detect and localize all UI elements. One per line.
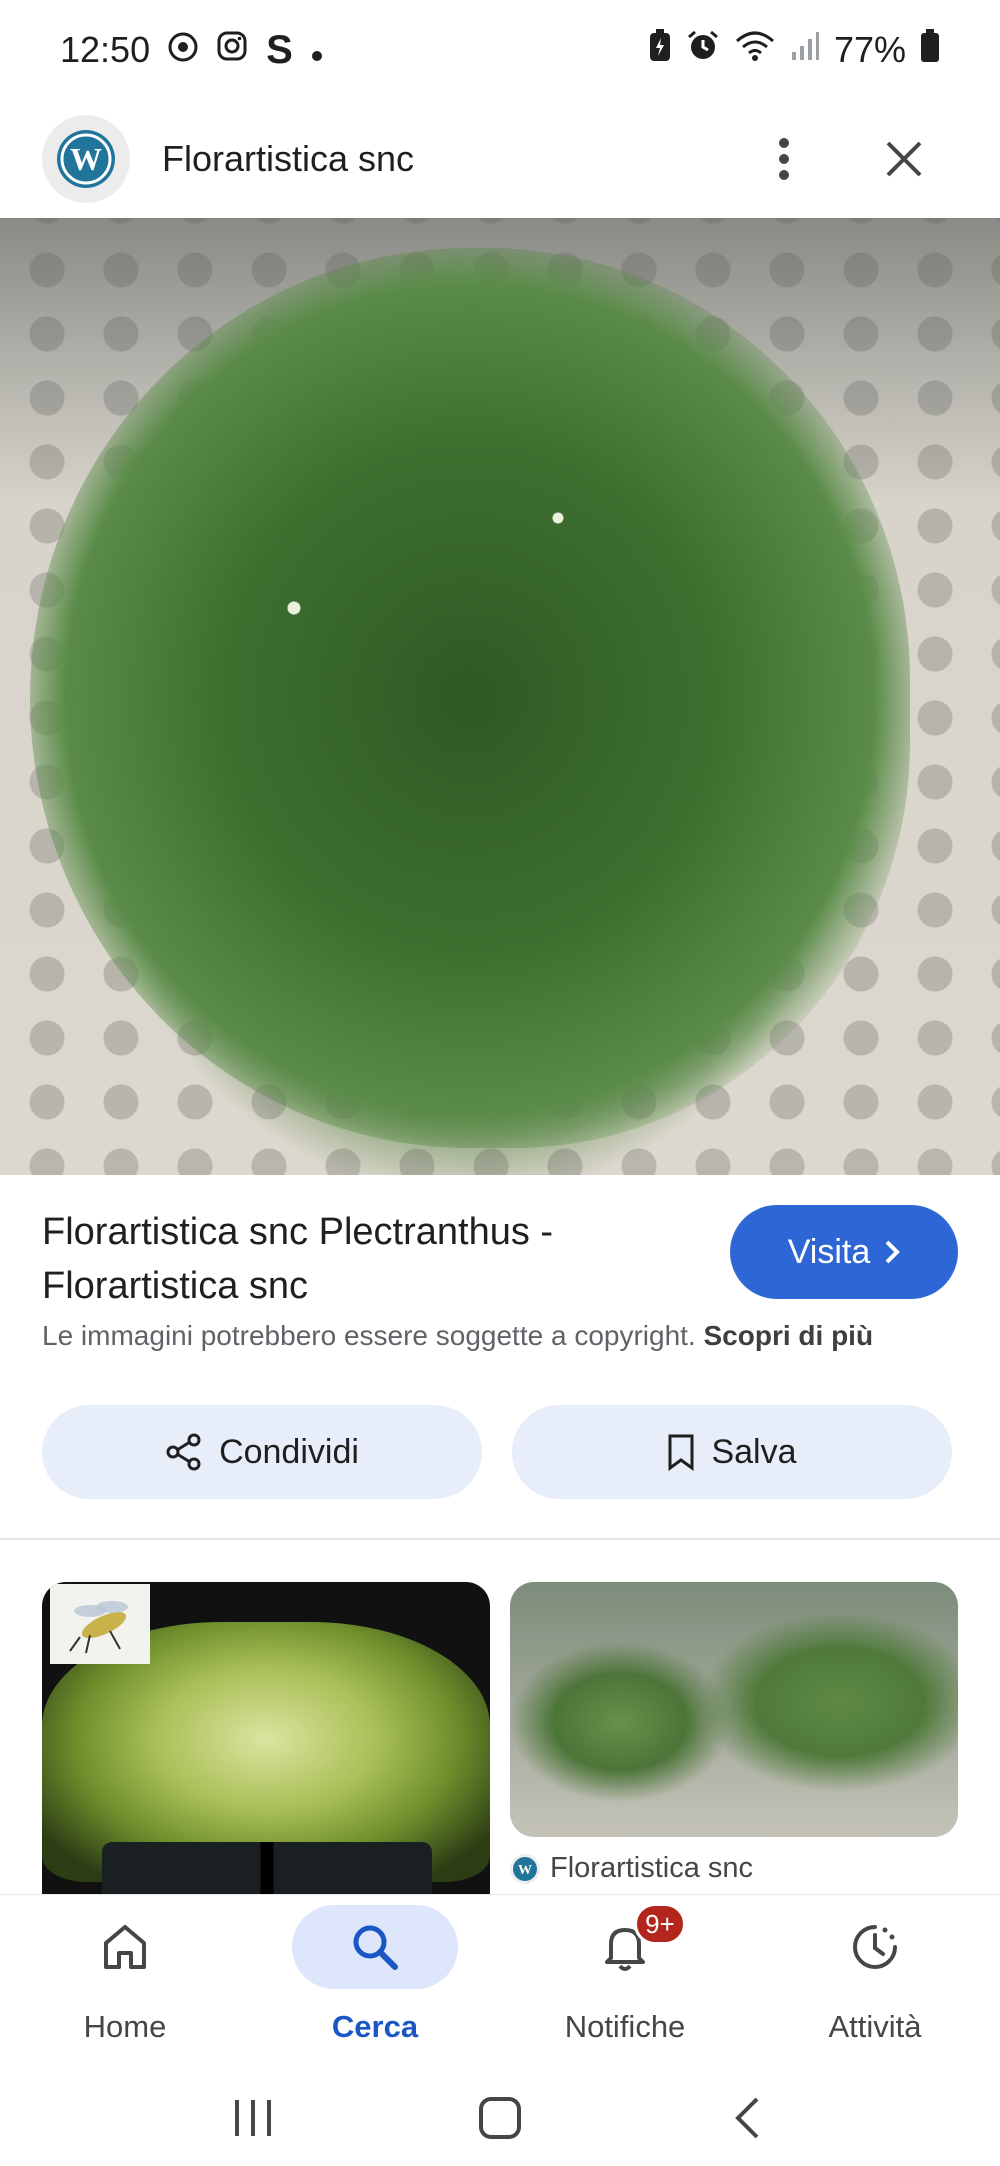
dot-icon: [311, 29, 323, 71]
chrome-icon: [168, 29, 198, 71]
signal-icon: [790, 29, 820, 71]
more-vert-icon: [779, 138, 789, 180]
visit-label: Visita: [787, 1232, 871, 1271]
battery-saver-icon: [648, 28, 672, 72]
instagram-icon: [216, 29, 248, 71]
s-app-icon: S: [266, 27, 293, 72]
related-image-card[interactable]: [510, 1582, 958, 1837]
recent-apps-icon: [235, 2100, 272, 2136]
battery-icon: [920, 28, 940, 72]
alarm-icon: [686, 29, 720, 72]
more-options-button[interactable]: [754, 129, 814, 189]
wordpress-icon: W: [42, 115, 130, 203]
activity-icon: [853, 1925, 897, 1969]
nav-icon-container: 9+: [542, 1903, 708, 1989]
notification-badge: 9+: [634, 1903, 686, 1945]
back-button[interactable]: [707, 2088, 787, 2148]
status-left: 12:50 S: [60, 28, 323, 73]
save-button[interactable]: Salva: [512, 1405, 952, 1499]
share-button[interactable]: Condividi: [42, 1405, 482, 1499]
nav-item-activity[interactable]: Attività: [750, 1895, 1000, 2070]
wifi-icon: [734, 29, 776, 72]
main-image[interactable]: [0, 218, 1000, 1175]
nav-item-notifications[interactable]: 9+ Notifiche: [500, 1895, 750, 2070]
learn-more-link[interactable]: Scopri di più: [704, 1320, 874, 1351]
status-bar: 12:50 S 77%: [0, 0, 1000, 100]
nav-label-home: Home: [83, 2009, 167, 2044]
copyright-text: Le immagini potrebbero essere soggette a…: [42, 1320, 696, 1351]
svg-text:W: W: [518, 1863, 532, 1878]
nav-label-activity: Attività: [828, 2009, 922, 2044]
system-navigation: [0, 2070, 1000, 2166]
copyright-notice: Le immagini potrebbero essere soggette a…: [42, 1320, 873, 1352]
pots-thumbnail: [102, 1842, 432, 1895]
page-header: W Florartistica snc: [0, 100, 1000, 218]
share-label: Condividi: [219, 1432, 359, 1471]
nav-label-search: Cerca: [331, 2009, 419, 2044]
nav-item-search[interactable]: Cerca: [250, 1895, 500, 2070]
back-icon: [734, 2097, 759, 2139]
status-time: 12:50: [60, 29, 151, 70]
share-icon: [166, 1433, 201, 1471]
related-source[interactable]: W Florartistica snc: [510, 1852, 753, 1885]
header-actions: [754, 129, 958, 189]
close-button[interactable]: [874, 129, 934, 189]
nav-icon-container: [42, 1905, 208, 1989]
svg-text:W: W: [70, 141, 102, 177]
home-icon: [104, 1925, 146, 1969]
visit-button[interactable]: Visita: [730, 1205, 958, 1299]
chevron-right-icon: [885, 1240, 901, 1264]
nav-icon-container: [292, 1905, 458, 1989]
save-label: Salva: [711, 1432, 797, 1471]
nav-item-home[interactable]: Home: [0, 1895, 250, 2070]
wasp-logo-icon: [50, 1584, 150, 1664]
plant-image: [30, 248, 910, 1148]
search-icon: [353, 1925, 398, 1970]
site-title: Florartistica snc: [162, 138, 415, 179]
battery-percent: 77%: [833, 29, 906, 70]
related-source-label: Florartistica snc: [550, 1852, 754, 1884]
result-title[interactable]: Florartistica snc Plectranthus - Florart…: [42, 1205, 682, 1313]
wordpress-icon: W: [510, 1853, 540, 1884]
status-right: 77%: [648, 28, 940, 72]
nav-label-notifications: Notifiche: [564, 2009, 686, 2044]
related-image-card[interactable]: [42, 1582, 490, 1895]
bookmark-icon: [668, 1434, 694, 1471]
bottom-navigation: Home Cerca 9+ Notifiche Attività: [0, 1895, 1000, 2070]
close-icon: [886, 141, 922, 177]
result-info: Florartistica snc Plectranthus - Florart…: [0, 1175, 1000, 1540]
nav-icon-container: [792, 1905, 958, 1989]
related-images: W Florartistica snc: [0, 1540, 1000, 1895]
home-system-button[interactable]: [460, 2088, 540, 2148]
recent-apps-button[interactable]: [213, 2088, 293, 2148]
home-square-icon: [478, 2097, 521, 2139]
